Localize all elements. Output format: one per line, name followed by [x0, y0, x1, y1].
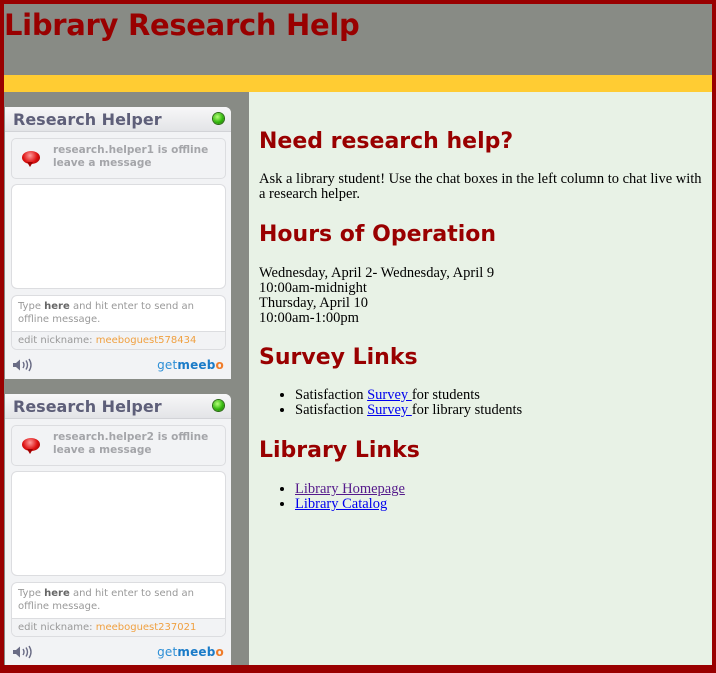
widget-footer: getmeebo: [5, 642, 231, 662]
library-homepage-link[interactable]: Library Homepage: [295, 481, 405, 497]
get-meebo-link[interactable]: getmeebo: [157, 358, 224, 372]
speaker-icon[interactable]: [12, 358, 34, 372]
chat-widget: Research Helper research.helper1 is offl…: [5, 107, 231, 379]
hours-heading: Hours of Operation: [259, 222, 497, 247]
widget-header: Research Helper: [5, 394, 231, 419]
speech-bubble-icon: [22, 151, 40, 167]
brand-meeb: meeb: [177, 645, 216, 659]
nickname-row: edit nickname: meeboguest237021: [12, 618, 225, 636]
widget-title: Research Helper: [13, 110, 162, 129]
chat-widget: Research Helper research.helper2 is offl…: [5, 394, 231, 665]
leave-message-link[interactable]: leave a message: [53, 157, 208, 170]
library-links-list: Library Homepage Library Catalog: [259, 482, 405, 512]
survey-item: Satisfaction Survey for students: [295, 388, 522, 403]
online-indicator-icon: [213, 400, 224, 411]
nickname-label: edit nickname:: [18, 335, 96, 346]
speaker-icon[interactable]: [12, 645, 34, 659]
message-input-box: Type here and hit enter to send an offli…: [11, 295, 226, 350]
brand-meeb: meeb: [177, 358, 216, 372]
nickname-edit-link[interactable]: meeboguest237021: [96, 622, 197, 633]
survey-item-text: Satisfaction: [295, 402, 368, 418]
get-meebo-link[interactable]: getmeebo: [157, 645, 224, 659]
helper-status: research.helper2 is offline leave a mess…: [11, 425, 226, 466]
brand-get: get: [157, 358, 178, 372]
helper-status: research.helper1 is offline leave a mess…: [11, 138, 226, 179]
brand-o: o: [215, 358, 224, 372]
hint-text: Type: [18, 301, 45, 312]
nickname-edit-link[interactable]: meeboguest578434: [96, 335, 197, 346]
nickname-row: edit nickname: meeboguest578434: [12, 331, 225, 349]
nickname-label: edit nickname:: [18, 622, 96, 633]
status-line: research.helper2 is offline: [53, 431, 209, 443]
accent-bar: [4, 75, 712, 92]
site-header: Library Research Help: [4, 4, 712, 74]
status-line: research.helper1 is offline: [53, 144, 209, 156]
online-indicator-icon: [213, 113, 224, 124]
library-link-item: Library Homepage: [295, 482, 405, 497]
speech-bubble-icon: [22, 438, 40, 454]
message-input-box: Type here and hit enter to send an offli…: [11, 582, 226, 637]
need-help-heading: Need research help?: [259, 129, 514, 154]
hours-line: 10:00am-midnight: [259, 280, 367, 296]
library-student-survey-link[interactable]: Survey: [367, 402, 412, 418]
survey-item-text: for library students: [411, 402, 523, 418]
main-content: Need research help? Ask a library studen…: [249, 92, 712, 665]
survey-item: Satisfaction Survey for library students: [295, 403, 522, 418]
hours-line: Thursday, April 10: [259, 295, 369, 311]
survey-heading: Survey Links: [259, 345, 418, 370]
brand-get: get: [157, 645, 178, 659]
message-input[interactable]: Type here and hit enter to send an offli…: [12, 583, 225, 618]
chat-log: [11, 471, 226, 576]
sidebar: Research Helper research.helper1 is offl…: [4, 92, 249, 665]
survey-item-text: for students: [411, 387, 480, 403]
hours-line: 10:00am-1:00pm: [259, 310, 359, 326]
chat-log: [11, 184, 226, 289]
hours-line: Wednesday, April 2- Wednesday, April 9: [259, 265, 495, 281]
hours-list: Wednesday, April 2- Wednesday, April 9 1…: [259, 266, 494, 326]
survey-item-text: Satisfaction: [295, 387, 368, 403]
hint-text: Type: [18, 588, 45, 599]
hint-text-bold: here: [44, 588, 70, 599]
site-title: Library Research Help: [4, 8, 360, 42]
library-links-heading: Library Links: [259, 438, 420, 463]
student-survey-link[interactable]: Survey: [367, 387, 412, 403]
survey-list: Satisfaction Survey for students Satisfa…: [259, 388, 522, 418]
hint-text-bold: here: [44, 301, 70, 312]
page-frame: Library Research Help Research Helper re…: [4, 4, 712, 665]
message-input[interactable]: Type here and hit enter to send an offli…: [12, 296, 225, 331]
library-link-item: Library Catalog: [295, 497, 405, 512]
widget-title: Research Helper: [13, 397, 162, 416]
brand-o: o: [215, 645, 224, 659]
need-help-text: Ask a library student! Use the chat boxe…: [259, 171, 702, 202]
widget-footer: getmeebo: [5, 355, 231, 375]
leave-message-link[interactable]: leave a message: [53, 444, 208, 457]
widget-header: Research Helper: [5, 107, 231, 132]
library-catalog-link[interactable]: Library Catalog: [295, 496, 387, 512]
